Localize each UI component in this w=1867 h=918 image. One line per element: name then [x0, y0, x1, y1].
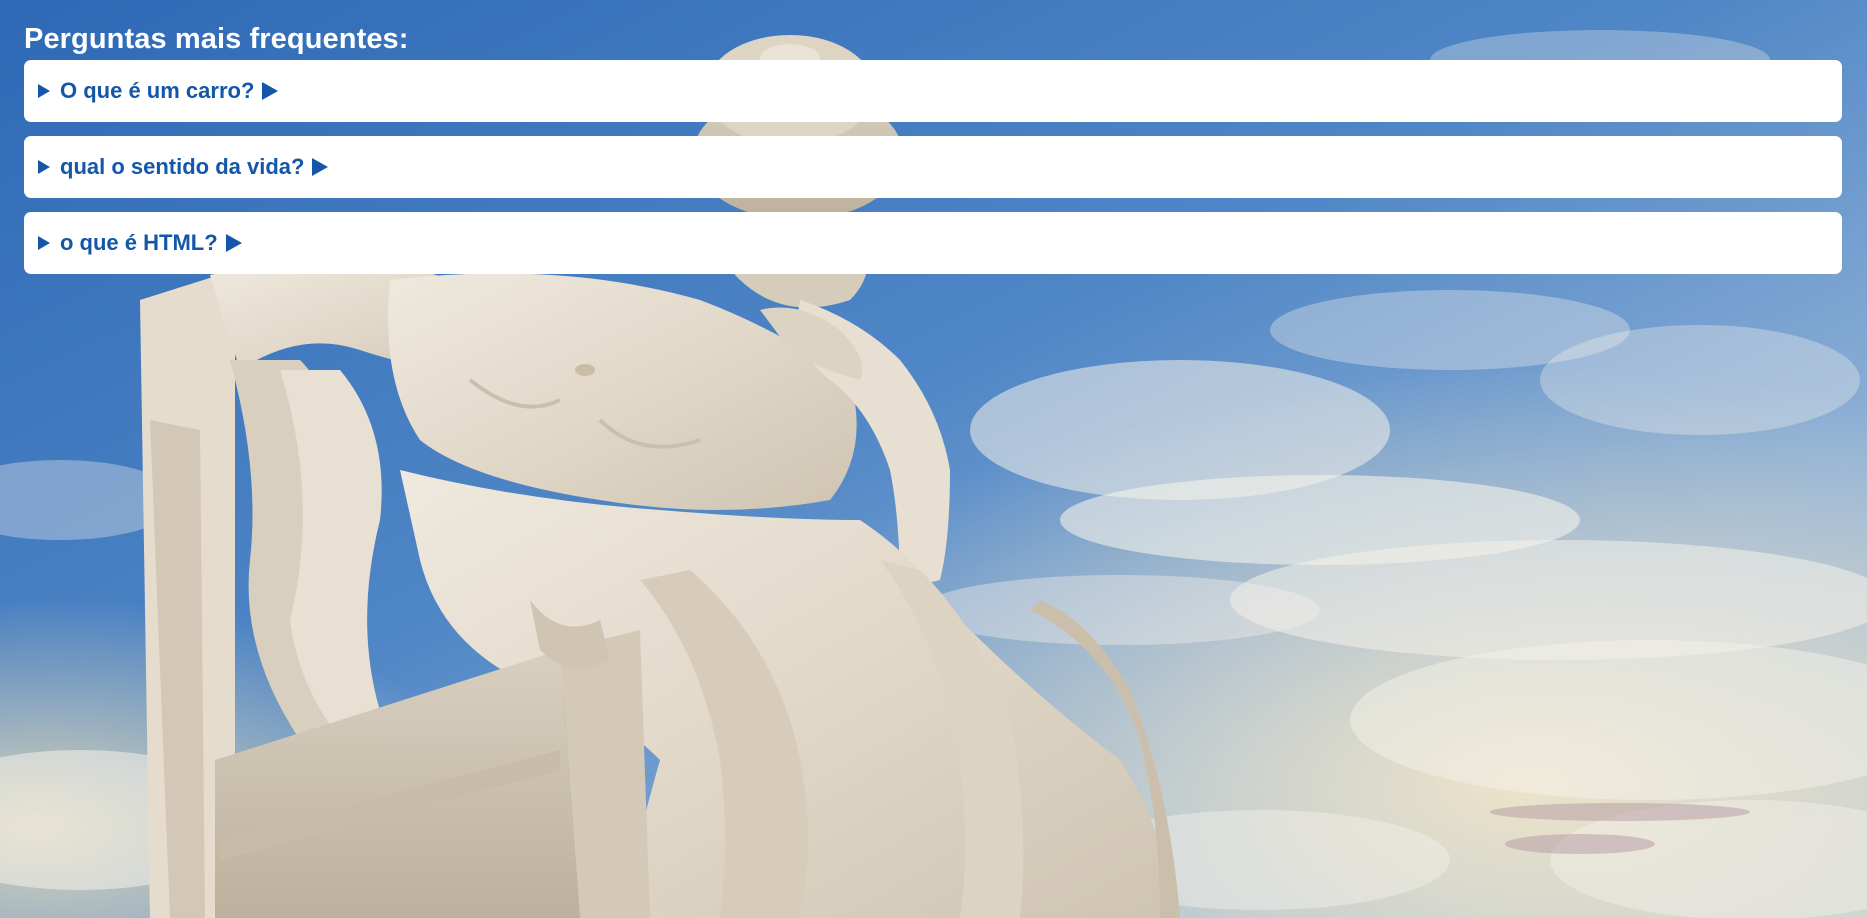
faq-item[interactable]: qual o sentido da vida?	[24, 136, 1842, 198]
disclosure-triangle-icon	[38, 160, 50, 174]
faq-section: Perguntas mais frequentes: O que é um ca…	[24, 20, 1842, 288]
play-arrow-icon	[225, 234, 242, 252]
faq-title: Perguntas mais frequentes:	[24, 23, 409, 55]
faq-question: qual o sentido da vida?	[60, 154, 305, 179]
play-arrow-icon	[262, 82, 279, 100]
faq-item[interactable]: O que é um carro?	[24, 60, 1842, 122]
disclosure-triangle-icon	[38, 84, 50, 98]
play-arrow-icon	[312, 158, 329, 176]
faq-item[interactable]: o que é HTML?	[24, 212, 1842, 274]
faq-question: O que é um carro?	[60, 78, 255, 103]
faq-question: o que é HTML?	[60, 230, 218, 255]
disclosure-triangle-icon	[38, 236, 50, 250]
